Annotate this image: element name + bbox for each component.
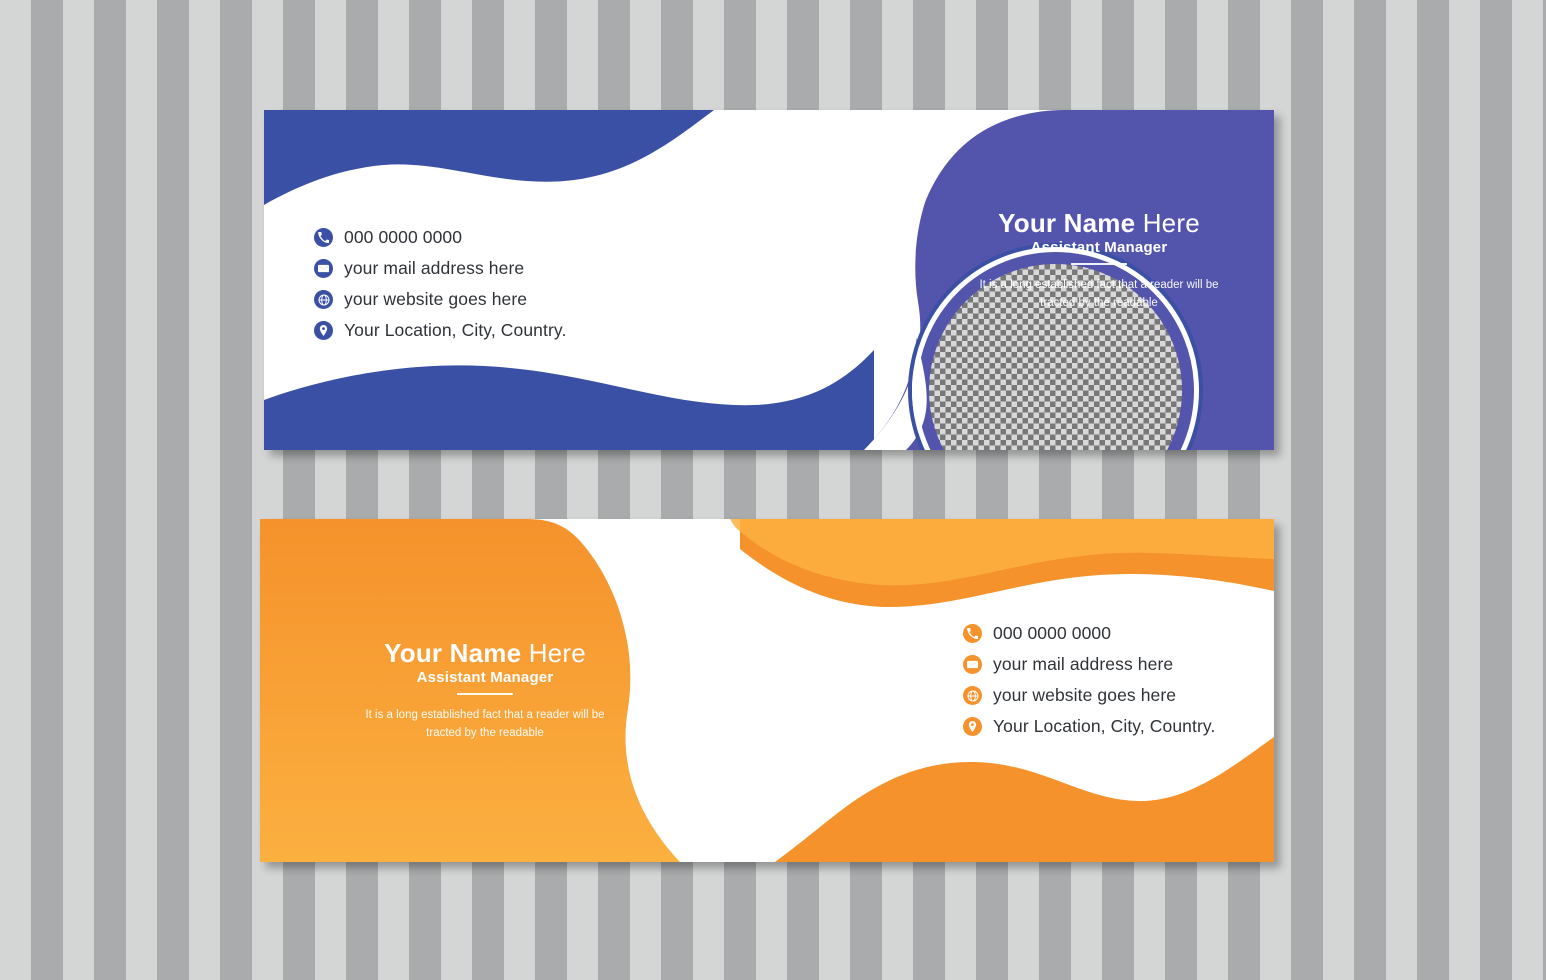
- person-name-bold: Your Name: [384, 638, 529, 668]
- envelope-icon: [314, 259, 333, 278]
- person-name-light: Here: [528, 638, 586, 668]
- person-name: Your Name Here: [310, 639, 660, 667]
- blue-top-wave: [264, 110, 714, 205]
- contact-item-location[interactable]: Your Location, City, Country.: [314, 320, 566, 341]
- contact-text-location: Your Location, City, Country.: [993, 716, 1216, 736]
- globe-icon: [963, 686, 982, 705]
- contact-text-website: your website goes here: [993, 685, 1177, 705]
- contact-text-phone: 000 0000 0000: [993, 623, 1112, 643]
- email-signature-banner-blue: 000 0000 0000 your mail address here you…: [264, 110, 1274, 450]
- contact-text-email: your mail address here: [344, 258, 525, 278]
- identity-divider: [457, 693, 513, 696]
- globe-icon: [314, 290, 333, 309]
- contact-item-website[interactable]: your website goes here: [963, 685, 1215, 706]
- person-name: Your Name Here: [924, 209, 1274, 237]
- contact-text-email: your mail address here: [993, 654, 1174, 674]
- person-description-line2: tracted by the readable: [426, 726, 544, 739]
- person-role: Assistant Manager: [1030, 239, 1168, 257]
- contact-text-website: your website goes here: [344, 289, 528, 309]
- identity-block-blue: Your Name Here Assistant Manager It is a…: [924, 209, 1274, 313]
- contact-list-blue: 000 0000 0000 your mail address here you…: [314, 227, 566, 351]
- blue-bottom-wave: [264, 350, 874, 450]
- person-description: It is a long established fact that a rea…: [975, 277, 1223, 313]
- contact-item-phone[interactable]: 000 0000 0000: [963, 623, 1215, 644]
- identity-divider: [1071, 263, 1127, 266]
- person-description-line1: It is a long established fact that a rea…: [979, 279, 1219, 292]
- email-signature-banner-orange: Your Name Here Assistant Manager It is a…: [260, 519, 1274, 862]
- location-pin-icon: [314, 321, 333, 340]
- page-background: 000 0000 0000 your mail address here you…: [0, 0, 1546, 980]
- contact-item-email[interactable]: your mail address here: [963, 654, 1215, 675]
- person-name-bold: Your Name: [998, 208, 1143, 238]
- person-description-line1: It is a long established fact that a rea…: [365, 709, 605, 722]
- person-name-light: Here: [1142, 208, 1200, 238]
- phone-icon: [963, 624, 982, 643]
- person-description: It is a long established fact that a rea…: [361, 707, 609, 743]
- phone-icon: [314, 228, 333, 247]
- contact-item-location[interactable]: Your Location, City, Country.: [963, 716, 1215, 737]
- identity-block-orange: Your Name Here Assistant Manager It is a…: [310, 639, 660, 743]
- contact-text-location: Your Location, City, Country.: [344, 320, 567, 340]
- contact-item-website[interactable]: your website goes here: [314, 289, 566, 310]
- location-pin-icon: [963, 717, 982, 736]
- person-description-line2: tracted by the readable: [1040, 296, 1158, 309]
- contact-text-phone: 000 0000 0000: [344, 227, 463, 247]
- contact-item-email[interactable]: your mail address here: [314, 258, 566, 279]
- envelope-icon: [963, 655, 982, 674]
- contact-item-phone[interactable]: 000 0000 0000: [314, 227, 566, 248]
- orange-bottom-wave: [775, 737, 1274, 862]
- contact-list-orange: 000 0000 0000 your mail address here you…: [963, 623, 1215, 747]
- person-role: Assistant Manager: [416, 669, 554, 687]
